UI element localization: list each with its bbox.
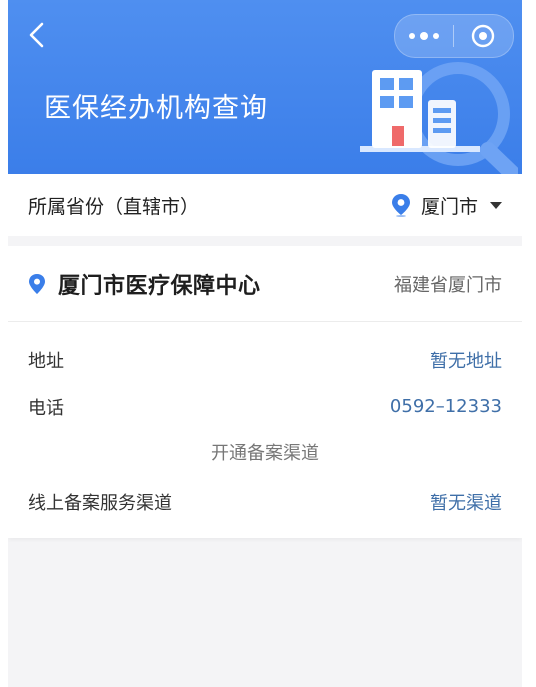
online-channel-label: 线上备案服务渠道 bbox=[28, 492, 172, 514]
mini-program-capsule bbox=[394, 14, 514, 58]
location-pin-icon bbox=[391, 194, 410, 217]
close-button[interactable] bbox=[454, 15, 512, 57]
phone-label: 电话 bbox=[28, 397, 64, 419]
institution-region: 福建省厦门市 bbox=[394, 274, 502, 296]
address-row: 地址 暂无地址 bbox=[8, 336, 522, 383]
filing-channel-section-title: 开通备案渠道 bbox=[211, 443, 319, 464]
more-button[interactable] bbox=[395, 15, 453, 57]
institution-card: 厦门市医疗保障中心 福建省厦门市 地址 暂无地址 电话 0592–12333 开… bbox=[8, 246, 522, 538]
phone-row: 电话 0592–12333 bbox=[8, 383, 522, 430]
page-title: 医保经办机构查询 bbox=[44, 93, 268, 124]
province-selector-row: 所属省份（直辖市） 厦门市 bbox=[8, 174, 522, 236]
chevron-left-icon bbox=[29, 22, 44, 48]
online-channel-value[interactable]: 暂无渠道 bbox=[430, 489, 502, 515]
city-dropdown[interactable]: 厦门市 bbox=[391, 192, 502, 219]
more-dots-icon bbox=[409, 31, 439, 40]
target-close-icon bbox=[471, 24, 495, 48]
selected-city: 厦门市 bbox=[420, 195, 478, 218]
phone-value[interactable]: 0592–12333 bbox=[390, 396, 502, 417]
address-label: 地址 bbox=[28, 350, 64, 372]
chevron-down-icon bbox=[490, 201, 502, 209]
card-title: 厦门市医疗保障中心 bbox=[28, 268, 261, 300]
buildings-magnifier-icon bbox=[360, 62, 518, 174]
institution-name: 厦门市医疗保障中心 bbox=[58, 273, 261, 299]
app-screen: 医保经办机构查询 所属省份（直辖市） 厦门市 厦门市医疗保障中心 福建省厦门市 … bbox=[8, 0, 522, 687]
card-header: 厦门市医疗保障中心 福建省厦门市 bbox=[8, 246, 522, 322]
back-button[interactable] bbox=[22, 20, 52, 50]
province-label: 所属省份（直辖市） bbox=[28, 195, 200, 218]
address-value[interactable]: 暂无地址 bbox=[430, 347, 502, 373]
online-channel-row: 线上备案服务渠道 暂无渠道 bbox=[8, 478, 522, 525]
location-pin-icon bbox=[29, 273, 45, 294]
header-banner: 医保经办机构查询 bbox=[8, 0, 522, 174]
